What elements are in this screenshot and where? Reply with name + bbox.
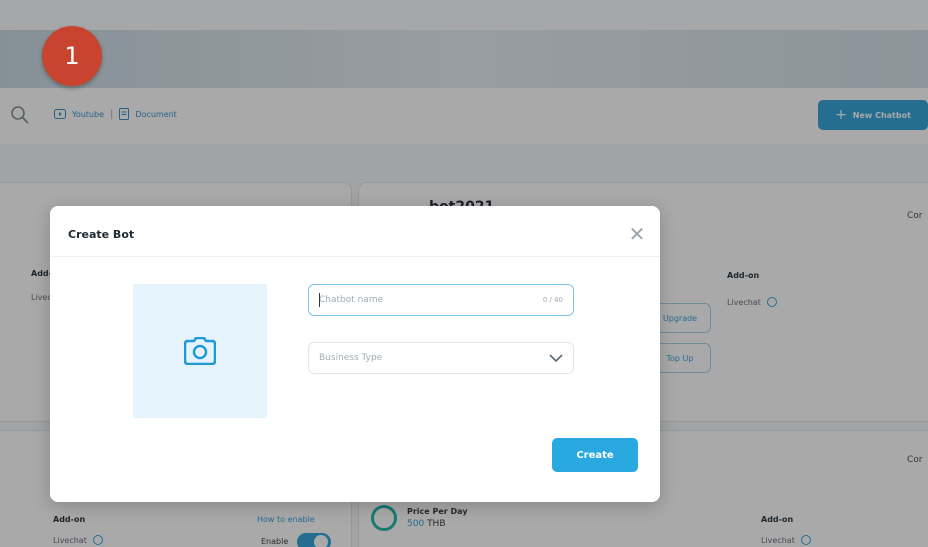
camera-icon [184,337,216,365]
close-icon[interactable]: ✕ [627,224,647,244]
step-number-badge: 1 [42,26,102,86]
create-bot-dialog: Create Bot ✕ 0 / 40 Business Type Create [50,206,660,502]
char-counter: 0 / 40 [542,296,563,304]
dialog-divider [50,256,660,257]
text-caret [319,293,320,307]
bot-image-upload[interactable] [133,284,267,418]
chatbot-name-input[interactable] [319,295,499,305]
chatbot-name-field[interactable]: 0 / 40 [308,284,574,316]
create-button[interactable]: Create [552,438,638,472]
business-type-placeholder: Business Type [319,353,383,363]
chevron-down-icon [549,354,563,362]
business-type-select[interactable]: Business Type [308,342,574,374]
dialog-title: Create Bot [68,228,135,241]
